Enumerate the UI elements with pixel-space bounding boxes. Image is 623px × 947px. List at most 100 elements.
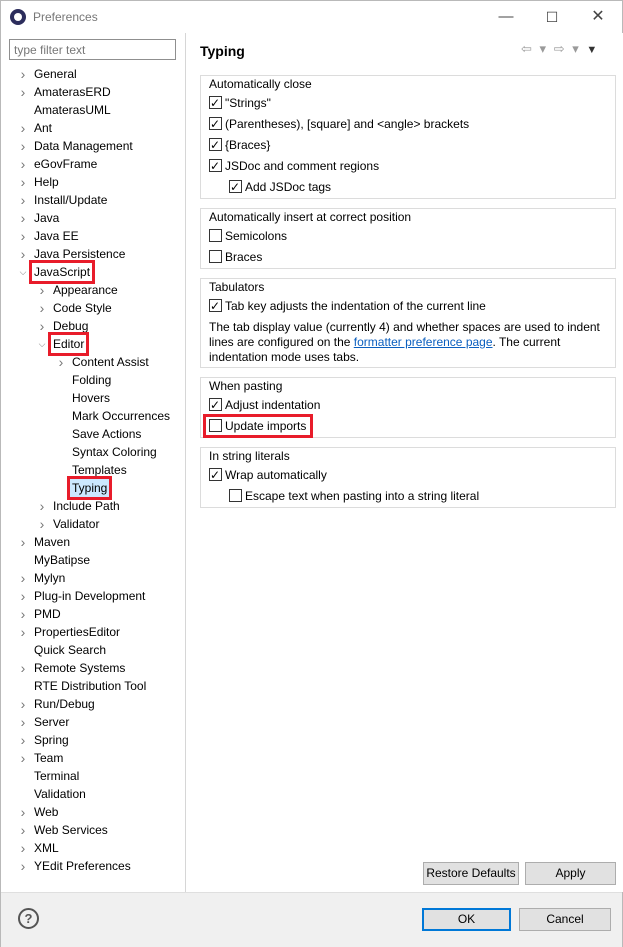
chevron-right-icon[interactable]: › [36,497,48,515]
tree-item-install-update[interactable]: › Install/Update [1,191,185,209]
tree-item-spring[interactable]: › Spring [1,731,185,749]
add-jsdoc-tags-checkbox[interactable] [229,178,242,196]
tree-item-java-persistence[interactable]: › Java Persistence [1,245,185,263]
chevron-right-icon[interactable]: › [17,749,29,767]
filter-input[interactable] [9,39,176,60]
tree-item-quick-search[interactable]: Quick Search [1,641,185,659]
tree-item-ant[interactable]: › Ant [1,119,185,137]
forward-arrow-icon[interactable]: ⇨ [554,41,565,57]
tree-item-run-debug[interactable]: › Run/Debug [1,695,185,713]
escape-text-checkbox[interactable] [229,489,242,503]
minimize-button[interactable]: — [491,5,521,29]
tree-item-code-style[interactable]: › Code Style [1,299,185,317]
chevron-right-icon[interactable]: › [17,659,29,677]
chevron-right-icon[interactable]: › [17,533,29,551]
tree-item-validator[interactable]: › Validator [1,515,185,533]
ok-button[interactable]: OK [422,908,511,931]
forward-dropdown-icon[interactable]: ▾ [572,41,579,57]
restore-defaults-button[interactable]: Restore Defaults [423,862,519,885]
chevron-right-icon[interactable]: › [17,173,29,191]
tree-item-java[interactable]: › Java [1,209,185,227]
tree-item-data-management[interactable]: › Data Management [1,137,185,155]
insert-braces-option[interactable]: Braces [209,248,262,266]
add-jsdoc-tags-option[interactable]: Add JSDoc tags [229,178,331,196]
tree-item-propertieseditor[interactable]: › PropertiesEditor [1,623,185,641]
help-icon[interactable]: ? [18,908,39,929]
tree-item-general[interactable]: › General [1,65,185,83]
chevron-right-icon[interactable]: › [17,605,29,623]
chevron-right-icon[interactable]: › [17,191,29,209]
tree-item-egovframe[interactable]: › eGovFrame [1,155,185,173]
tree-item-javascript[interactable]: ⌵ JavaScript [1,260,185,284]
tree-item-amaterasuml[interactable]: AmaterasUML [1,101,185,119]
tree-item-maven[interactable]: › Maven [1,533,185,551]
tree-item-content-assist[interactable]: › Content Assist [1,353,185,371]
title-bar[interactable]: Preferences — ☐ ✕ [1,1,622,33]
chevron-right-icon[interactable]: › [17,857,29,875]
chevron-down-icon[interactable]: ⌵ [36,335,48,353]
chevron-right-icon[interactable]: › [17,803,29,821]
tree-item-web-services[interactable]: › Web Services [1,821,185,839]
brackets-option[interactable]: (Parentheses), [square] and <angle> brac… [209,115,469,133]
chevron-right-icon[interactable]: › [17,587,29,605]
chevron-right-icon[interactable]: › [55,353,67,371]
apply-button[interactable]: Apply [525,862,616,885]
chevron-right-icon[interactable]: › [17,155,29,173]
strings-option[interactable]: "Strings" [209,94,271,112]
tree-item-folding[interactable]: Folding [1,371,185,389]
chevron-right-icon[interactable]: › [36,281,48,299]
tree-item-help[interactable]: › Help [1,173,185,191]
tree-item-team[interactable]: › Team [1,749,185,767]
tree-item-xml[interactable]: › XML [1,839,185,857]
chevron-right-icon[interactable]: › [36,299,48,317]
tree-item-yedit-preferences[interactable]: › YEdit Preferences [1,857,185,875]
tree-item-typing[interactable]: Typing [1,476,185,500]
chevron-right-icon[interactable]: › [17,209,29,227]
adjust-indentation-option[interactable]: Adjust indentation [209,396,320,414]
tree-item-templates[interactable]: Templates [1,461,185,479]
tab-key-indent-option[interactable]: Tab key adjusts the indentation of the c… [209,297,486,315]
chevron-right-icon[interactable]: › [36,515,48,533]
insert-braces-checkbox[interactable] [209,250,222,264]
chevron-right-icon[interactable]: › [17,713,29,731]
jsdoc-checkbox[interactable] [209,157,222,175]
maximize-button[interactable]: ☐ [537,5,567,29]
semicolons-option[interactable]: Semicolons [209,227,287,245]
tree-item-mybatipse[interactable]: MyBatipse [1,551,185,569]
tab-key-indent-checkbox[interactable] [209,297,222,315]
tree-item-pmd[interactable]: › PMD [1,605,185,623]
tree-item-web[interactable]: › Web [1,803,185,821]
escape-text-option[interactable]: Escape text when pasting into a string l… [229,487,479,505]
chevron-right-icon[interactable]: › [17,821,29,839]
chevron-right-icon[interactable]: › [17,119,29,137]
tree-item-editor[interactable]: ⌵ Editor [1,332,185,356]
update-imports-checkbox[interactable] [209,419,222,433]
tree-item-terminal[interactable]: Terminal [1,767,185,785]
chevron-down-icon[interactable]: ⌵ [17,263,29,281]
back-dropdown-icon[interactable]: ▾ [540,41,547,57]
tree-item-amateraserd[interactable]: › AmaterasERD [1,83,185,101]
tree-item-remote-systems[interactable]: › Remote Systems [1,659,185,677]
tree-item-validation[interactable]: Validation [1,785,185,803]
tree-item-include-path[interactable]: › Include Path [1,497,185,515]
chevron-right-icon[interactable]: › [17,569,29,587]
tree-item-server[interactable]: › Server [1,713,185,731]
brackets-checkbox[interactable] [209,115,222,133]
tree-item-appearance[interactable]: › Appearance [1,281,185,299]
formatter-preference-link[interactable]: formatter preference page [354,335,493,349]
tree-item-plug-in-development[interactable]: › Plug-in Development [1,587,185,605]
chevron-right-icon[interactable]: › [17,137,29,155]
back-arrow-icon[interactable]: ⇦ [521,41,532,57]
chevron-right-icon[interactable]: › [17,83,29,101]
chevron-right-icon[interactable]: › [17,65,29,83]
chevron-right-icon[interactable]: › [17,695,29,713]
wrap-automatically-checkbox[interactable] [209,466,222,484]
chevron-right-icon[interactable]: › [17,731,29,749]
preference-tree[interactable]: › General › AmaterasERD AmaterasUML › Ant › Data… [1,65,185,875]
semicolons-checkbox[interactable] [209,229,222,243]
wrap-automatically-option[interactable]: Wrap automatically [209,466,327,484]
tree-item-java-ee[interactable]: › Java EE [1,227,185,245]
tree-item-save-actions[interactable]: Save Actions [1,425,185,443]
jsdoc-option[interactable]: JSDoc and comment regions [209,157,379,175]
chevron-right-icon[interactable]: › [17,623,29,641]
